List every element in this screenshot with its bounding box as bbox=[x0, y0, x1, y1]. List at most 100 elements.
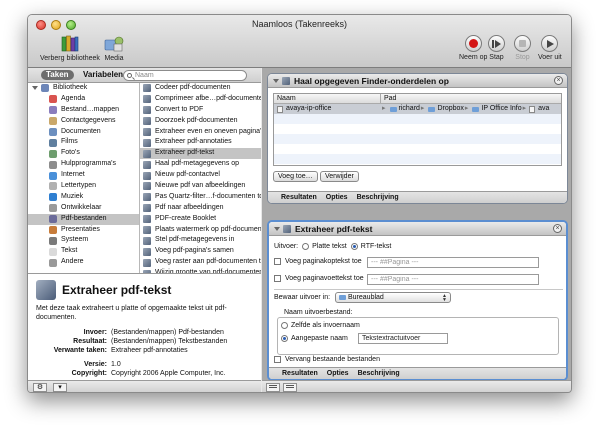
action-get-finder-items[interactable]: Haal opgegeven Finder-onderdelen op × Na… bbox=[267, 73, 568, 204]
save-location-select[interactable]: Bureaublad ▲ ▼ bbox=[335, 292, 451, 303]
category-icon bbox=[49, 258, 57, 267]
sidebar-item-category[interactable]: Ontwikkelaar bbox=[28, 203, 139, 214]
sidebar-item-category[interactable]: Foto's bbox=[28, 148, 139, 159]
sidebar-item-category[interactable]: Lettertypen bbox=[28, 181, 139, 192]
tab-actions[interactable]: Taken bbox=[41, 70, 74, 80]
action-list-item[interactable]: Codeer pdf-documenten bbox=[140, 83, 261, 94]
sidebar-item-category[interactable]: Tekst bbox=[28, 246, 139, 257]
category-icon bbox=[49, 128, 57, 136]
results-tab[interactable]: Resultaten bbox=[282, 370, 318, 377]
log-view-button[interactable] bbox=[283, 383, 297, 392]
rtf-text-radio[interactable] bbox=[350, 243, 358, 250]
category-icon bbox=[49, 236, 57, 245]
document-icon bbox=[529, 105, 536, 113]
custom-name-field[interactable] bbox=[358, 333, 448, 344]
description-tab[interactable]: Beschrijving bbox=[357, 194, 399, 201]
add-footer-checkbox[interactable] bbox=[274, 275, 281, 282]
sidebar-item-category[interactable]: Films bbox=[28, 137, 139, 148]
step-button[interactable]: Stap bbox=[488, 35, 505, 61]
pdf-action-icon bbox=[143, 84, 151, 93]
sidebar-item-category[interactable]: Bestand…mappen bbox=[28, 105, 139, 116]
action-list-item[interactable]: Convert to PDF bbox=[140, 105, 261, 116]
action-list-item[interactable]: Nieuw pdf-contactvel bbox=[140, 170, 261, 181]
disclosure-triangle-icon[interactable] bbox=[274, 226, 280, 231]
pdf-action-icon bbox=[143, 258, 151, 267]
plain-text-radio[interactable] bbox=[302, 243, 310, 250]
folder-icon bbox=[339, 295, 346, 300]
description-tab[interactable]: Beschrijving bbox=[358, 370, 400, 377]
gear-menu-button[interactable]: ⚙ bbox=[33, 383, 47, 392]
options-tab[interactable]: Opties bbox=[327, 370, 349, 377]
sidebar-item-category[interactable]: Muziek bbox=[28, 192, 139, 203]
action-list-item[interactable]: Comprimeer afbe…pdf-documenten bbox=[140, 94, 261, 105]
results-tab[interactable]: Resultaten bbox=[281, 194, 317, 201]
options-tab[interactable]: Opties bbox=[326, 194, 348, 201]
library-header: Taken Variabelen bbox=[28, 68, 261, 83]
action-list-item[interactable]: Pas Quartz-filter…f-documenten toe bbox=[140, 192, 261, 203]
library-root[interactable]: Bibliotheek bbox=[28, 83, 139, 94]
folder-icon bbox=[428, 106, 436, 112]
tab-variables[interactable]: Variabelen bbox=[78, 70, 128, 80]
sidebar-item-category[interactable]: Presentaties bbox=[28, 225, 139, 236]
finder-items-table[interactable]: Naam Pad avaya-ip-office ▸ richard ▸ Dropb… bbox=[273, 93, 562, 166]
category-icon bbox=[49, 171, 57, 180]
action-list-item[interactable]: Voeg pdf-pagina's samen bbox=[140, 246, 261, 257]
stop-button[interactable]: Stop bbox=[514, 35, 531, 61]
footer-text-field[interactable] bbox=[367, 274, 539, 285]
close-icon[interactable]: × bbox=[553, 224, 562, 233]
sidebar-item-category[interactable]: Internet bbox=[28, 170, 139, 181]
action-list: Codeer pdf-documenten Comprimeer afbe…pdf… bbox=[140, 83, 261, 273]
sidebar-item-category[interactable]: Andere bbox=[28, 257, 139, 268]
stop-label: Stop bbox=[515, 54, 530, 61]
gear-icon: ⚙ bbox=[36, 384, 44, 391]
sidebar-item-category[interactable]: Agenda bbox=[28, 94, 139, 105]
sidebar-item-category[interactable]: Systeem bbox=[28, 235, 139, 246]
sidebar-item-category[interactable]: Documenten bbox=[28, 127, 139, 138]
run-label: Voer uit bbox=[538, 54, 562, 61]
category-list: Bibliotheek Agenda Bestand…mappen Contactg… bbox=[28, 83, 140, 273]
pdf-action-icon bbox=[283, 224, 291, 233]
media-button[interactable]: Media bbox=[104, 35, 124, 62]
action-list-item[interactable]: Extraheer pdf-annotaties bbox=[140, 137, 261, 148]
hide-library-button[interactable]: Verberg bibliotheek bbox=[40, 35, 100, 62]
column-header-name[interactable]: Naam bbox=[274, 94, 381, 103]
action-list-item[interactable]: Pdf naar afbeeldingen bbox=[140, 203, 261, 214]
action-list-item[interactable]: Voeg raster aan pdf-documenten toe bbox=[140, 257, 261, 268]
custom-name-row: Aangepaste naam bbox=[277, 335, 348, 342]
replace-existing-checkbox[interactable] bbox=[274, 356, 281, 363]
action-list-item[interactable]: Haal pdf-metagegevens op bbox=[140, 159, 261, 170]
action-extract-pdf-text[interactable]: Extraheer pdf-tekst × Uitvoer: Platte te… bbox=[267, 220, 568, 381]
same-as-input-radio[interactable] bbox=[281, 322, 288, 329]
pdf-action-icon bbox=[143, 247, 151, 256]
action-title: Haal opgegeven Finder-onderdelen op bbox=[294, 75, 449, 86]
sidebar-item-category[interactable]: Pdf-bestanden bbox=[28, 213, 139, 225]
record-button[interactable]: Neem op bbox=[459, 35, 487, 61]
folder-icon bbox=[472, 106, 480, 112]
header-text-field[interactable] bbox=[367, 257, 539, 268]
add-button[interactable]: Voeg toe… bbox=[273, 171, 318, 182]
action-list-item[interactable]: Plaats watermerk op pdf-documenten bbox=[140, 225, 261, 236]
category-icon bbox=[49, 215, 57, 224]
action-list-item[interactable]: Stel pdf-metagegevens in bbox=[140, 235, 261, 246]
run-button[interactable]: Voer uit bbox=[538, 35, 562, 61]
action-list-item[interactable]: PDF-create Booklet bbox=[140, 214, 261, 225]
output-name-label: Naam uitvoerbestand: bbox=[284, 309, 353, 316]
add-header-checkbox[interactable] bbox=[274, 258, 281, 265]
sidebar-item-category[interactable]: Hulpprogramma's bbox=[28, 159, 139, 170]
action-list-item[interactable]: Extraheer pdf-tekst bbox=[140, 148, 261, 160]
action-list-item[interactable]: Extraheer even en oneven pagina's bbox=[140, 127, 261, 138]
action-list-item[interactable]: Doorzoek pdf-documenten bbox=[140, 116, 261, 127]
custom-name-radio[interactable] bbox=[281, 335, 288, 342]
column-header-path[interactable]: Pad bbox=[381, 94, 396, 103]
description-toggle-button[interactable]: ▾ bbox=[53, 383, 67, 392]
table-row[interactable]: avaya-ip-office ▸ richard ▸ Dropbox ▸ IP Of… bbox=[274, 104, 561, 114]
sidebar-item-category[interactable]: Contactgegevens bbox=[28, 116, 139, 127]
remove-button[interactable]: Verwijder bbox=[320, 171, 359, 182]
disclosure-triangle-icon[interactable] bbox=[273, 78, 279, 83]
list-view-button[interactable] bbox=[266, 383, 280, 392]
close-icon[interactable]: × bbox=[554, 76, 563, 85]
search-input[interactable] bbox=[123, 70, 247, 81]
search-icon bbox=[127, 73, 132, 78]
action-list-item[interactable]: Nieuwe pdf van afbeeldingen bbox=[140, 181, 261, 192]
pdf-action-icon bbox=[143, 193, 151, 202]
